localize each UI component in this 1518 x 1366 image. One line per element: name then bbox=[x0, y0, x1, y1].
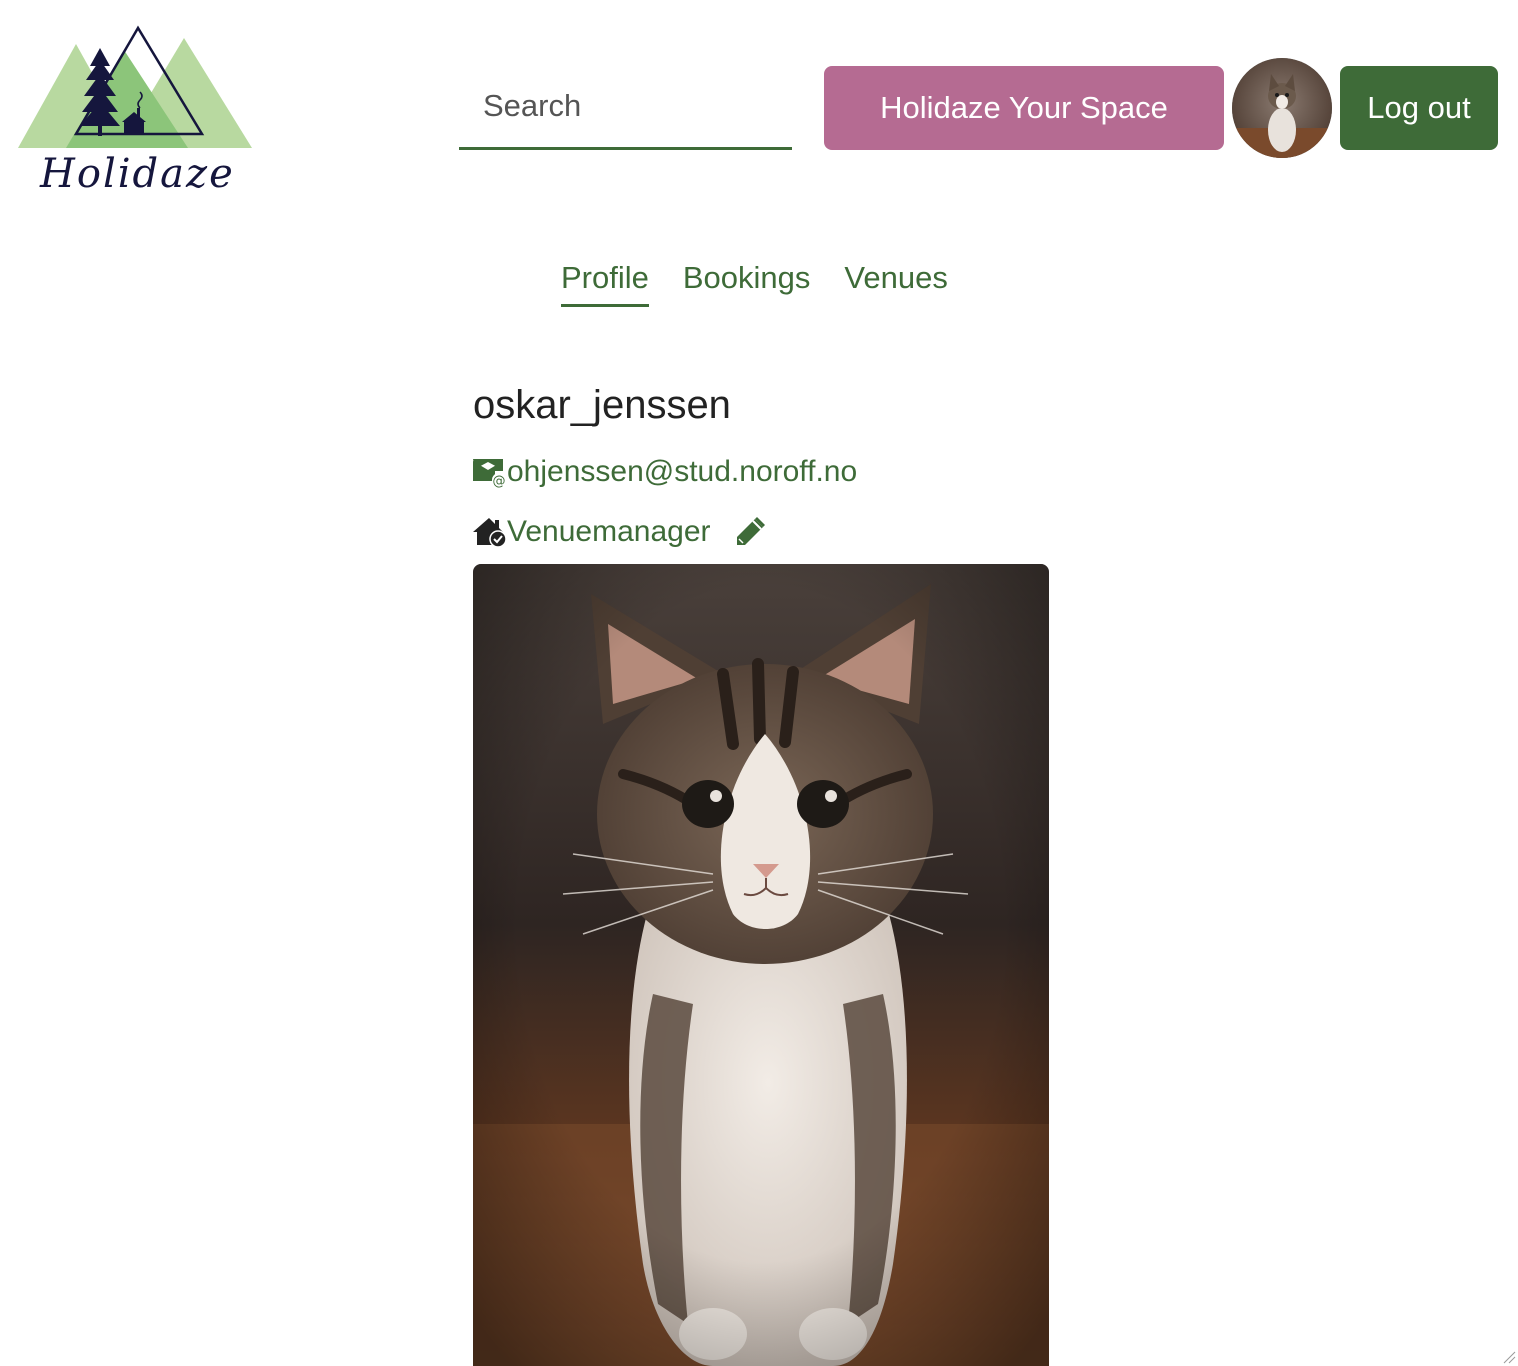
page: Holidaze Holidaze Your Space bbox=[0, 0, 1518, 1366]
tab-venues[interactable]: Venues bbox=[844, 258, 947, 307]
profile-tabs: Profile Bookings Venues bbox=[561, 258, 948, 307]
svg-text:Holidaze: Holidaze bbox=[39, 151, 235, 197]
kitten-avatar-icon bbox=[1232, 58, 1332, 158]
profile-role: Venuemanager bbox=[507, 515, 711, 548]
avatar[interactable] bbox=[1232, 58, 1332, 158]
holidaze-logo[interactable]: Holidaze bbox=[18, 22, 256, 197]
profile-email-row: @ ohjenssen@stud.noroff.no bbox=[473, 452, 857, 492]
search-input[interactable] bbox=[459, 66, 792, 146]
tab-bookings[interactable]: Bookings bbox=[683, 258, 811, 307]
pencil-icon[interactable] bbox=[733, 515, 767, 549]
holidaze-your-space-button[interactable]: Holidaze Your Space bbox=[824, 66, 1224, 150]
profile-role-row: Venuemanager bbox=[473, 512, 767, 552]
profile-username: oskar_jenssen bbox=[473, 383, 731, 427]
envelope-at-icon: @ bbox=[473, 455, 507, 489]
profile-email[interactable]: ohjenssen@stud.noroff.no bbox=[507, 452, 857, 492]
house-check-icon bbox=[473, 515, 507, 549]
search-bar bbox=[459, 66, 792, 150]
tab-profile[interactable]: Profile bbox=[561, 258, 649, 307]
profile-image bbox=[473, 564, 1049, 1366]
logout-button[interactable]: Log out bbox=[1340, 66, 1498, 150]
svg-text:@: @ bbox=[493, 474, 506, 489]
resize-grip-icon[interactable] bbox=[1502, 1350, 1516, 1364]
kitten-photo-icon bbox=[473, 564, 1049, 1366]
